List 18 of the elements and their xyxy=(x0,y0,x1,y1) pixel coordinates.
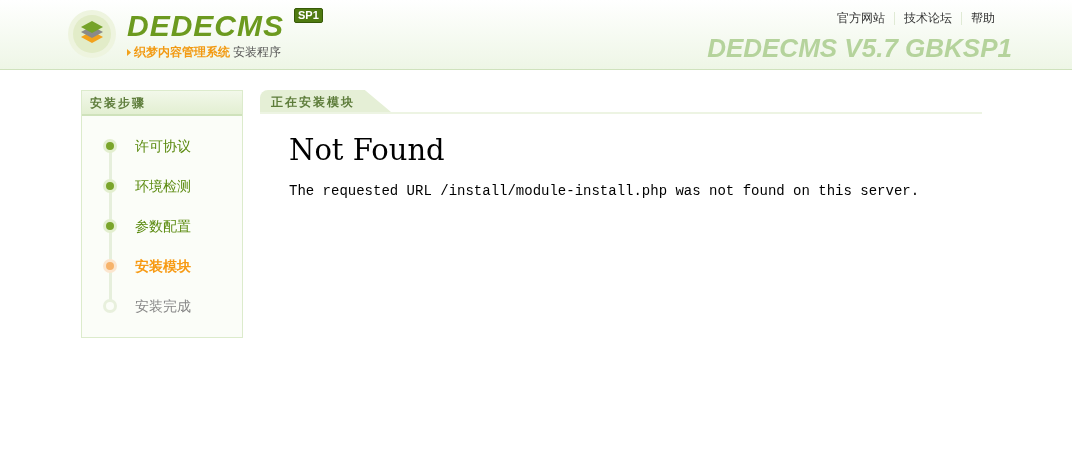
version-badge: SP1 xyxy=(294,8,323,23)
step-label: 环境检测 xyxy=(135,176,191,196)
arrow-icon xyxy=(127,48,131,56)
step-label: 参数配置 xyxy=(135,216,191,236)
panel-title: 安装步骤 xyxy=(90,94,146,112)
header-link[interactable]: 官方网站 xyxy=(837,10,885,26)
version-text: DEDECMS V5.7 GBKSP1 xyxy=(707,34,1012,62)
subtitle: 安装程序 xyxy=(233,44,281,60)
header-link[interactable]: 技术论坛 xyxy=(904,10,952,26)
step-label: 安装完成 xyxy=(135,296,191,316)
logo-icon xyxy=(67,9,117,59)
step-label: 安装模块 xyxy=(135,256,191,276)
logo-text: DEDECMS xyxy=(127,9,284,43)
error-message: The requested URL /install/module-install.php was not found on this server. xyxy=(289,182,921,200)
tagline: 织梦内容管理系统 xyxy=(134,44,230,60)
step-label: 许可协议 xyxy=(135,136,191,156)
error-heading: Not Found xyxy=(289,132,446,168)
header-link[interactable]: 帮助 xyxy=(971,10,995,26)
